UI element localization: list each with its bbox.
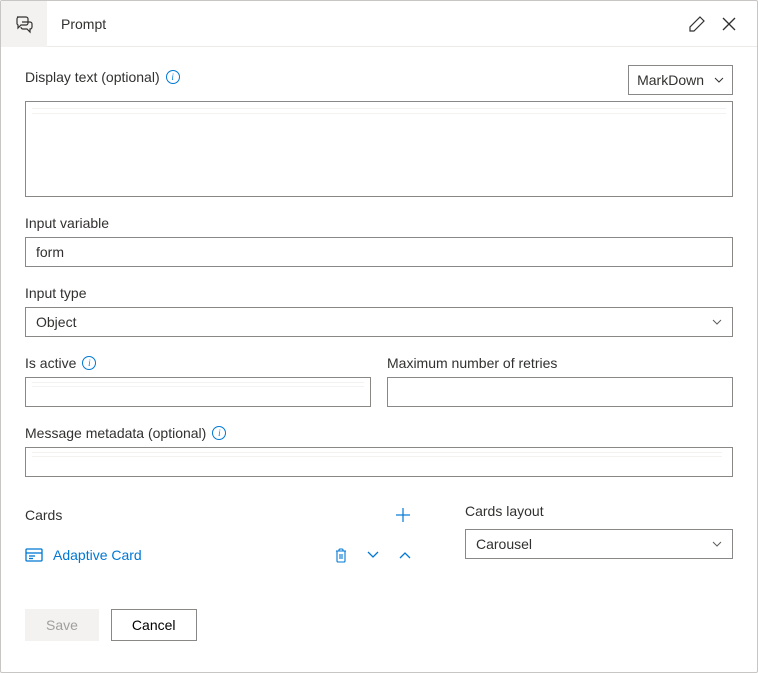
input-type-label: Input type (25, 285, 733, 301)
is-active-label-text: Is active (25, 355, 76, 371)
info-icon[interactable]: i (166, 70, 180, 84)
chevron-down-icon (714, 77, 724, 83)
cards-section: Cards (25, 503, 415, 569)
move-card-down-button[interactable] (363, 545, 383, 565)
message-metadata-label: Message metadata (optional) i (25, 425, 733, 441)
prompt-panel: Prompt Display text (optional) i (0, 0, 758, 673)
save-button: Save (25, 609, 99, 641)
panel-title: Prompt (47, 16, 681, 32)
cards-layout-select[interactable]: Carousel (465, 529, 733, 559)
display-text-label-text: Display text (optional) (25, 69, 160, 85)
chevron-up-icon (399, 551, 411, 559)
card-link[interactable]: Adaptive Card (25, 547, 142, 563)
adaptive-card-icon (25, 548, 43, 562)
move-card-up-button[interactable] (395, 545, 415, 565)
format-selector[interactable]: MarkDown (628, 65, 733, 95)
message-metadata-label-text: Message metadata (optional) (25, 425, 206, 441)
panel-header: Prompt (1, 1, 757, 47)
prompt-type-icon-box (1, 1, 47, 47)
chevron-down-icon (712, 319, 722, 325)
info-icon[interactable]: i (82, 356, 96, 370)
edit-button[interactable] (681, 8, 713, 40)
display-text-label: Display text (optional) i (25, 69, 180, 85)
close-button[interactable] (713, 8, 745, 40)
cards-layout-label: Cards layout (465, 503, 733, 519)
card-name-text: Adaptive Card (53, 547, 142, 563)
max-retries-label: Maximum number of retries (387, 355, 733, 371)
panel-body: Display text (optional) i MarkDown Input… (1, 47, 757, 672)
display-text-input[interactable] (25, 101, 733, 197)
delete-card-button[interactable] (331, 545, 351, 565)
pencil-icon (688, 15, 706, 33)
input-type-select[interactable]: Object (25, 307, 733, 337)
chevron-down-icon (367, 551, 379, 559)
info-icon[interactable]: i (212, 426, 226, 440)
card-item: Adaptive Card (25, 541, 415, 569)
trash-icon (334, 547, 348, 563)
close-icon (721, 16, 737, 32)
add-card-button[interactable] (391, 503, 415, 527)
is-active-input[interactable] (25, 377, 371, 407)
max-retries-field[interactable] (387, 377, 733, 407)
cards-label: Cards (25, 507, 62, 523)
is-active-label: Is active i (25, 355, 371, 371)
cards-layout-value: Carousel (476, 536, 532, 552)
cancel-button[interactable]: Cancel (111, 609, 197, 641)
chat-icon (14, 14, 34, 34)
format-value: MarkDown (637, 72, 704, 88)
input-type-value: Object (36, 314, 76, 330)
input-variable-label: Input variable (25, 215, 733, 231)
chevron-down-icon (712, 541, 722, 547)
footer-actions: Save Cancel (25, 609, 733, 641)
plus-icon (395, 507, 411, 523)
message-metadata-input[interactable] (25, 447, 733, 477)
input-variable-field[interactable] (25, 237, 733, 267)
